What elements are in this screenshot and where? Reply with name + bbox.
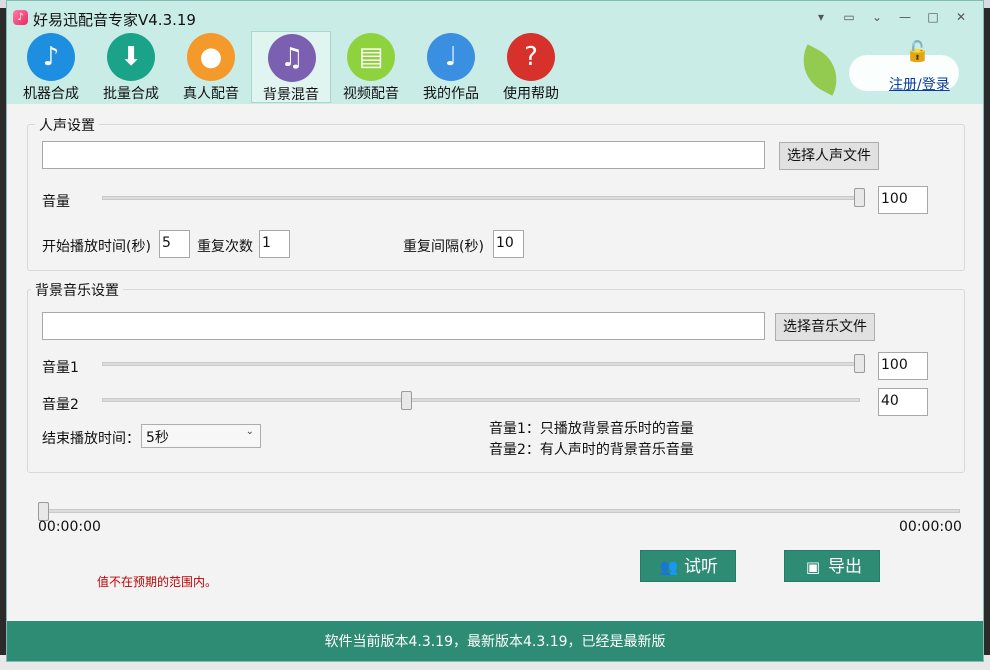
minimize-button[interactable]: — <box>891 7 919 27</box>
voice-volume-field[interactable]: 100 <box>878 186 928 214</box>
voice-file-input[interactable] <box>42 141 765 169</box>
export-icon: ▣ <box>805 558 821 576</box>
repeat-interval-label: 重复间隔(秒) <box>403 239 484 255</box>
music-volume1-field[interactable]: 100 <box>878 352 928 380</box>
toolbar-tab-6[interactable]: ? 使用帮助 <box>491 31 571 103</box>
export-button[interactable]: ▣ 导出 <box>784 550 880 582</box>
lock-icon[interactable]: 🔓 <box>905 39 930 65</box>
version-footer: 软件当前版本4.3.19，最新版本4.3.19，已经是最新版 <box>7 621 983 661</box>
film-icon: ▤ <box>347 33 395 81</box>
music-note-icon: ♪ <box>27 33 75 81</box>
music-settings-legend: 背景音乐设置 <box>31 280 123 300</box>
preview-label: 试听 <box>684 557 718 577</box>
app-window: ♪ 好易迅配音专家V4.3.19 ▾ ▭ ⌄ — □ ✕ ♪ 机器合成 ⬇ 批量合成 ●… <box>6 0 984 662</box>
message-icon[interactable]: ▭ <box>835 7 863 27</box>
menu-icon[interactable]: ⌄ <box>863 7 891 27</box>
app-logo-icon: ♪ <box>13 10 28 25</box>
leaf-decoration <box>791 44 849 96</box>
close-button[interactable]: ✕ <box>947 7 975 27</box>
login-link[interactable]: 注册/登录 <box>889 74 950 94</box>
toolbar-tab-1[interactable]: ⬇ 批量合成 <box>91 31 171 103</box>
toolbar-tab-label: 背景混音 <box>263 87 319 103</box>
choose-voice-file-button[interactable]: 选择人声文件 <box>779 142 879 170</box>
start-time-field[interactable]: 5 <box>159 230 190 258</box>
eighth-note-icon: ♩ <box>427 33 475 81</box>
voice-volume-slider-thumb[interactable] <box>854 188 865 207</box>
toolbar-tab-label: 视频配音 <box>343 86 399 102</box>
volume2-note: 音量2：有人声时的背景音乐音量 <box>489 442 694 458</box>
skin-icon[interactable]: ▾ <box>807 7 835 27</box>
voice-volume-label: 音量 <box>42 194 70 210</box>
voice-settings-legend: 人声设置 <box>35 115 99 135</box>
toolbar-tab-4[interactable]: ▤ 视频配音 <box>331 31 411 103</box>
music-file-input[interactable] <box>42 312 765 340</box>
music-volume1-slider-thumb[interactable] <box>854 354 865 373</box>
repeat-count-label: 重复次数 <box>197 239 253 255</box>
listeners-icon: 👥 <box>659 558 679 576</box>
music-volume1-slider-track[interactable] <box>102 362 865 366</box>
export-label: 导出 <box>828 557 862 577</box>
error-message: 值不在预期的范围内。 <box>97 575 218 589</box>
music-volume1-label: 音量1 <box>42 360 79 376</box>
toolbar-tab-2[interactable]: ● 真人配音 <box>171 31 251 103</box>
toolbar-tab-label: 使用帮助 <box>503 86 559 102</box>
music-volume2-slider-track[interactable] <box>102 398 860 402</box>
music-volume2-field[interactable]: 40 <box>878 388 928 416</box>
window-controls: ▾ ▭ ⌄ — □ ✕ <box>807 7 975 27</box>
toolbar-tab-0[interactable]: ♪ 机器合成 <box>11 31 91 103</box>
app-title: 好易迅配音专家V4.3.19 <box>33 11 196 29</box>
mp3-download-icon: ⬇ <box>107 33 155 81</box>
repeat-count-field[interactable]: 1 <box>259 230 290 258</box>
toolbar-tab-label: 真人配音 <box>183 86 239 102</box>
volume1-note: 音量1：只播放背景音乐时的音量 <box>489 421 694 437</box>
chevron-down-icon: ⌄ <box>245 426 254 437</box>
total-time: 00:00:00 <box>899 519 962 535</box>
toolbar-tab-label: 我的作品 <box>423 86 479 102</box>
question-mark-icon: ? <box>507 33 555 81</box>
music-equalizer-icon: ♫ <box>268 34 316 82</box>
header: ♪ 好易迅配音专家V4.3.19 ▾ ▭ ⌄ — □ ✕ ♪ 机器合成 ⬇ 批量合成 ●… <box>7 1 983 104</box>
toolbar-tab-5[interactable]: ♩ 我的作品 <box>411 31 491 103</box>
end-time-label: 结束播放时间： <box>42 431 140 447</box>
current-time: 00:00:00 <box>38 519 101 535</box>
music-volume2-slider-thumb[interactable] <box>401 391 412 410</box>
voice-volume-slider-track[interactable] <box>102 196 865 200</box>
toolbar-tab-label: 机器合成 <box>23 86 79 102</box>
end-time-select-value: 5秒 <box>146 430 169 446</box>
toolbar-tab-3[interactable]: ♫ 背景混音 <box>251 31 331 103</box>
maximize-button[interactable]: □ <box>919 7 947 27</box>
choose-music-file-button[interactable]: 选择音乐文件 <box>775 313 875 341</box>
preview-button[interactable]: 👥 试听 <box>640 550 736 582</box>
person-icon: ● <box>187 33 235 81</box>
toolbar-tab-label: 批量合成 <box>103 86 159 102</box>
main-toolbar: ♪ 机器合成 ⬇ 批量合成 ● 真人配音 ♫ 背景混音 ▤ 视频配音 ♩ 我的作品? 使用帮助 <box>11 31 571 103</box>
start-time-label: 开始播放时间(秒) <box>42 239 151 255</box>
music-volume2-label: 音量2 <box>42 397 79 413</box>
repeat-interval-field[interactable]: 10 <box>493 230 524 258</box>
playback-progress-track[interactable] <box>42 509 960 513</box>
end-time-select[interactable]: 5秒 ⌄ <box>141 424 261 448</box>
